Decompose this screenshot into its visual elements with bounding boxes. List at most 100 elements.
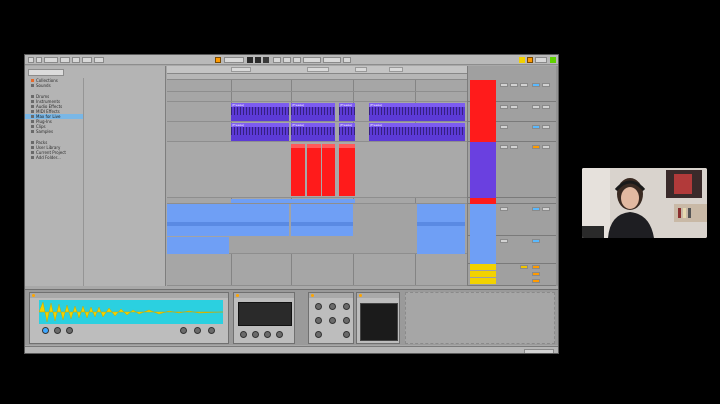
track-activator-button[interactable] <box>500 105 508 109</box>
track-volume-field[interactable] <box>542 125 550 129</box>
key-map-icon[interactable] <box>519 57 525 63</box>
return-arm-button[interactable] <box>532 279 540 283</box>
audio-clip[interactable] <box>167 204 289 236</box>
tap-button[interactable] <box>36 57 42 63</box>
eq-knob[interactable] <box>329 317 336 324</box>
track-arm-button[interactable] <box>532 145 540 149</box>
eq-knob[interactable] <box>343 317 350 324</box>
track-volume-field[interactable] <box>542 207 550 211</box>
midi-clip[interactable] <box>291 144 305 196</box>
start-knob[interactable] <box>42 327 49 334</box>
arrangement-position-icon[interactable] <box>215 57 221 63</box>
track-activator-button[interactable] <box>500 207 508 211</box>
audio-clip[interactable]: (Freeze) <box>369 123 465 141</box>
gain-knob[interactable] <box>180 327 187 334</box>
stop-icon[interactable] <box>255 57 261 63</box>
simpler-device[interactable] <box>29 292 229 344</box>
overdub-button[interactable] <box>273 57 281 63</box>
audio-clip[interactable]: (Freeze) <box>339 103 355 121</box>
play-icon[interactable] <box>247 57 253 63</box>
track-activator-button[interactable] <box>500 239 508 243</box>
return-solo-button[interactable] <box>520 265 528 269</box>
volume-knob[interactable] <box>194 327 201 334</box>
track-arm-button[interactable] <box>520 83 528 87</box>
loop-length-field[interactable] <box>323 57 341 63</box>
device-drop-area[interactable] <box>405 292 555 344</box>
audio-clip[interactable] <box>417 204 465 254</box>
track-header[interactable] <box>468 122 558 142</box>
midi-clip[interactable] <box>322 144 335 196</box>
link-button[interactable] <box>28 57 34 63</box>
track-header[interactable] <box>468 204 558 236</box>
locator-marker[interactable] <box>355 67 367 72</box>
fade-knob[interactable] <box>66 327 73 334</box>
midi-clip[interactable] <box>307 144 321 196</box>
macro-knob[interactable] <box>240 331 247 338</box>
eq-knob[interactable] <box>315 303 322 310</box>
browser-place[interactable]: Add Folder... <box>25 155 83 160</box>
browser-search-input[interactable] <box>28 69 64 76</box>
track-monitor-button[interactable] <box>532 207 540 211</box>
loop-start-field[interactable] <box>303 57 321 63</box>
return-arm-button[interactable] <box>532 265 540 269</box>
metronome-button[interactable] <box>72 57 80 63</box>
eq-knob[interactable] <box>315 331 322 338</box>
track-header[interactable] <box>468 264 558 286</box>
track-header[interactable] <box>468 80 558 102</box>
locator-marker[interactable] <box>389 67 403 72</box>
quantize-menu[interactable] <box>82 57 92 63</box>
audio-clip[interactable]: (Freeze) <box>291 103 335 121</box>
track-activator-button[interactable] <box>500 125 508 129</box>
eq-knob[interactable] <box>329 303 336 310</box>
audio-clip[interactable] <box>291 204 353 236</box>
track-lane[interactable] <box>167 80 467 92</box>
signature-field[interactable] <box>60 57 70 63</box>
loop-button[interactable] <box>293 57 301 63</box>
position-field[interactable] <box>224 57 244 63</box>
track-header[interactable] <box>468 236 558 264</box>
eq-knob[interactable] <box>315 317 322 324</box>
track-lane[interactable] <box>167 92 467 102</box>
follow-button[interactable] <box>94 57 104 63</box>
track-header[interactable] <box>468 142 558 198</box>
track-monitor-button[interactable] <box>532 125 540 129</box>
eq-knob[interactable] <box>343 331 350 338</box>
track-lane[interactable] <box>167 254 467 286</box>
track-monitor-button[interactable] <box>532 105 540 109</box>
rack-chain-display[interactable] <box>360 303 398 341</box>
track-activator-button[interactable] <box>500 83 508 87</box>
audio-clip[interactable]: (Freeze) <box>291 123 335 141</box>
audio-clip[interactable] <box>167 237 229 254</box>
track-header[interactable] <box>468 102 558 122</box>
track-monitor-button[interactable] <box>532 239 540 243</box>
audio-clip[interactable]: (Freeze) <box>231 123 289 141</box>
track-solo-button[interactable] <box>510 145 518 149</box>
track-lane[interactable] <box>167 204 467 254</box>
locator-marker[interactable] <box>231 67 251 72</box>
arrangement-ruler[interactable] <box>167 66 467 74</box>
pan-knob[interactable] <box>208 327 215 334</box>
midi-clip[interactable] <box>339 144 355 196</box>
record-icon[interactable] <box>263 57 269 63</box>
audio-effect-rack[interactable] <box>356 292 400 344</box>
audio-clip[interactable]: (Freeze) <box>339 123 355 141</box>
track-solo-button[interactable] <box>510 105 518 109</box>
audio-clip[interactable] <box>231 199 355 203</box>
automation-arm-button[interactable] <box>283 57 291 63</box>
track-lane[interactable]: (Freeze) (Freeze) (Freeze) (Freeze) <box>167 102 467 122</box>
length-knob[interactable] <box>54 327 61 334</box>
return-arm-button[interactable] <box>532 272 540 276</box>
track-activator-button[interactable] <box>500 145 508 149</box>
track-lane[interactable] <box>167 142 467 198</box>
punch-button[interactable] <box>343 57 351 63</box>
drum-pad-display[interactable] <box>238 302 292 326</box>
midi-map-icon[interactable] <box>527 57 533 63</box>
track-volume-field[interactable] <box>542 145 550 149</box>
drum-rack-device[interactable] <box>233 292 295 344</box>
track-solo-button[interactable] <box>510 83 518 87</box>
macro-knob[interactable] <box>252 331 259 338</box>
locator-marker[interactable] <box>307 67 329 72</box>
eq-knob[interactable] <box>343 303 350 310</box>
track-volume-field[interactable] <box>542 83 550 87</box>
status-track-field[interactable] <box>524 349 554 353</box>
